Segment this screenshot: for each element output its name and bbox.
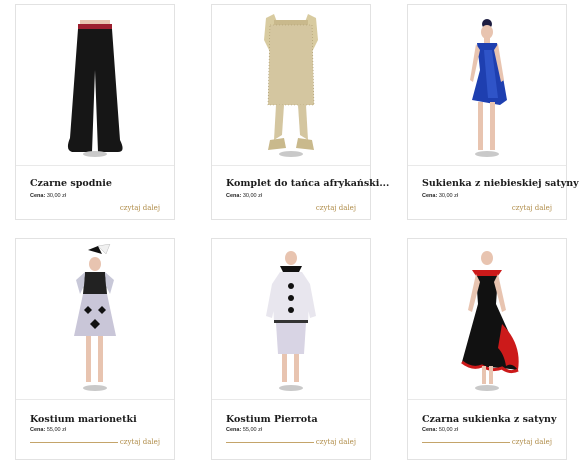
product-card[interactable]: Komplet do tańca afrykański... Cena: 30,… — [211, 4, 389, 220]
black-satin-dress-image — [461, 251, 519, 391]
read-more-link[interactable]: czytaj dalej — [512, 204, 552, 212]
product-card[interactable]: Kostium marionetki Cena: 55,00 zł czytaj… — [15, 238, 175, 460]
price-label: Cena: — [422, 427, 438, 433]
product-title[interactable]: Czarna sukienka z satyny — [422, 414, 556, 425]
read-more-link[interactable]: czytaj dalej — [316, 204, 356, 212]
product-title[interactable]: Sukienka z niebieskiej satyny — [422, 178, 579, 189]
price-value: 30,00 zł — [242, 193, 263, 199]
product-price: Cena: 30,00 zł — [422, 193, 458, 199]
product-title[interactable]: Kostium marionetki — [30, 414, 137, 425]
marionette-costume-image — [74, 244, 116, 391]
price-label: Cena: — [30, 427, 46, 433]
product-card[interactable]: Czarna sukienka z satyny Cena: 50,00 zł … — [407, 238, 567, 460]
product-price: Cena: 30,00 zł — [30, 193, 66, 199]
divider-line — [226, 442, 314, 443]
divider-line — [422, 442, 510, 443]
price-label: Cena: — [422, 193, 438, 199]
product-title[interactable]: Kostium Pierrota — [226, 414, 318, 425]
product-price: Cena: 55,00 zł — [226, 427, 262, 433]
price-value: 55,00 zł — [46, 427, 67, 433]
pierrot-costume-image — [266, 251, 316, 391]
divider-line — [30, 442, 118, 443]
read-more-link[interactable]: czytaj dalej — [120, 438, 160, 446]
product-card[interactable]: Czarne spodnie Cena: 30,00 zł czytaj dal… — [15, 4, 175, 220]
read-more-link[interactable]: czytaj dalej — [316, 438, 356, 446]
price-value: 55,00 zł — [242, 427, 263, 433]
product-image[interactable] — [408, 5, 566, 166]
product-image[interactable] — [16, 5, 174, 166]
product-image[interactable] — [408, 239, 566, 400]
read-more-link[interactable]: czytaj dalej — [120, 204, 160, 212]
product-card[interactable]: Sukienka z niebieskiej satyny Cena: 30,0… — [407, 4, 579, 220]
black-trousers-image — [67, 20, 123, 157]
product-price: Cena: 50,00 zł — [422, 427, 458, 433]
product-image[interactable] — [16, 239, 174, 400]
product-grid: Czarne spodnie Cena: 30,00 zł czytaj dal… — [0, 0, 580, 464]
price-label: Cena: — [226, 193, 242, 199]
african-dance-set-image — [264, 14, 318, 157]
product-price: Cena: 55,00 zł — [30, 427, 66, 433]
price-label: Cena: — [30, 193, 46, 199]
product-card[interactable]: Kostium Pierrota Cena: 55,00 zł czytaj d… — [211, 238, 371, 460]
price-value: 30,00 zł — [438, 193, 459, 199]
product-image[interactable] — [212, 239, 370, 400]
blue-satin-dress-image — [470, 19, 507, 157]
product-title[interactable]: Komplet do tańca afrykański... — [226, 178, 389, 189]
product-price: Cena: 30,00 zł — [226, 193, 262, 199]
price-value: 30,00 zł — [46, 193, 67, 199]
read-more-link[interactable]: czytaj dalej — [512, 438, 552, 446]
product-image[interactable] — [212, 5, 370, 166]
price-value: 50,00 zł — [438, 427, 459, 433]
product-title[interactable]: Czarne spodnie — [30, 178, 112, 189]
price-label: Cena: — [226, 427, 242, 433]
